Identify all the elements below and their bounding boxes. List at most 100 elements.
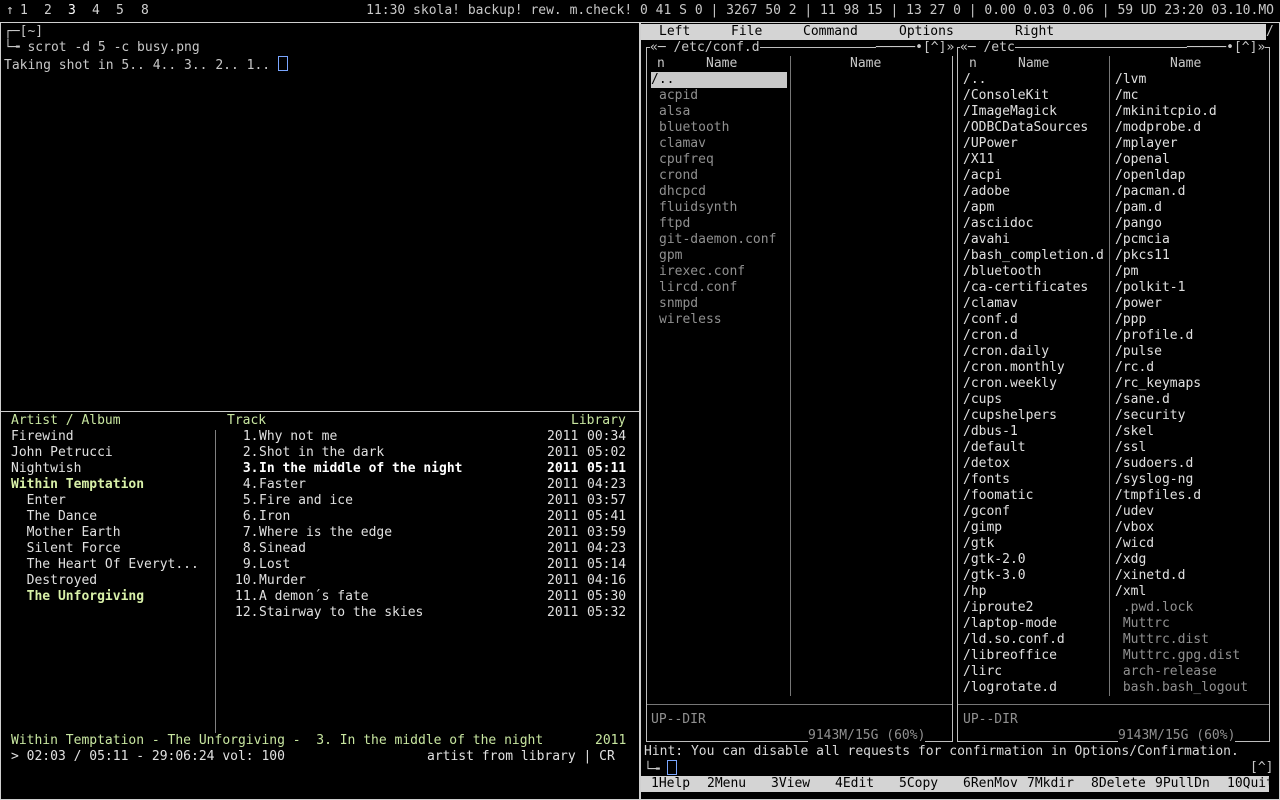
right-dir-item[interactable]: /cupshelpers: [963, 408, 1057, 424]
right-dir-item[interactable]: /UPower: [963, 136, 1018, 152]
artist-item[interactable]: John Petrucci: [11, 445, 113, 461]
right-file-item[interactable]: .pwd.lock: [1115, 600, 1193, 616]
left-file-item-selected[interactable]: /..: [651, 72, 787, 88]
right-dir-item[interactable]: /gimp: [963, 520, 1002, 536]
artist-item[interactable]: Nightwish: [11, 461, 81, 477]
right-dir-item[interactable]: /cron.d: [963, 328, 1018, 344]
menu-file[interactable]: File: [731, 24, 762, 40]
right-dir-item[interactable]: /ca-certificates: [963, 280, 1088, 296]
artist-item[interactable]: Mother Earth: [11, 525, 121, 541]
artist-item[interactable]: The Heart Of Everyt...: [11, 557, 199, 573]
left-file-item[interactable]: bluetooth: [659, 120, 729, 136]
right-dir-item[interactable]: /ld.so.conf.d: [963, 632, 1065, 648]
fkey-renmov[interactable]: 6RenMov: [963, 776, 1018, 792]
menu-command[interactable]: Command: [803, 24, 858, 40]
artist-item[interactable]: The Unforgiving: [11, 589, 144, 605]
fkey-delete[interactable]: 8Delete: [1091, 776, 1146, 792]
workspace-5[interactable]: 5: [116, 3, 124, 19]
right-panel-path[interactable]: /etc: [983, 40, 1014, 55]
right-file-item[interactable]: Muttrc.gpg.dist: [1115, 648, 1240, 664]
right-dir-item[interactable]: /ImageMagick: [963, 104, 1057, 120]
right-dir-item[interactable]: /security: [1115, 408, 1185, 424]
right-dir-item[interactable]: /iproute2: [963, 600, 1033, 616]
right-file-item[interactable]: arch-release: [1115, 664, 1217, 680]
left-file-item[interactable]: fluidsynth: [659, 200, 737, 216]
right-dir-item[interactable]: /pulse: [1115, 344, 1162, 360]
mc-command-line[interactable]: └╼: [644, 760, 678, 777]
right-dir-item[interactable]: /clamav: [963, 296, 1018, 312]
right-file-item[interactable]: bash.bash_logout: [1115, 680, 1248, 696]
right-dir-item[interactable]: /gtk-3.0: [963, 568, 1026, 584]
mc-history-button[interactable]: [^]: [1250, 760, 1273, 776]
right-dir-item[interactable]: /cron.weekly: [963, 376, 1057, 392]
right-dir-item[interactable]: /openldap: [1115, 168, 1185, 184]
menu-options[interactable]: Options: [899, 24, 954, 40]
right-dir-item[interactable]: /gtk: [963, 536, 994, 552]
workspace-3[interactable]: 3: [68, 3, 76, 19]
fkey-quit[interactable]: 10Quit: [1227, 776, 1274, 792]
right-dir-item[interactable]: /pkcs11: [1115, 248, 1170, 264]
right-dir-item[interactable]: /pacman.d: [1115, 184, 1185, 200]
right-dir-item[interactable]: /ppp: [1115, 312, 1146, 328]
left-file-item[interactable]: dhcpcd: [659, 184, 706, 200]
fkey-menu[interactable]: 2Menu: [707, 776, 746, 792]
menu-left[interactable]: Left: [659, 24, 690, 40]
right-dir-item[interactable]: /bash_completion.d: [963, 248, 1104, 264]
right-dir-item[interactable]: /foomatic: [963, 488, 1033, 504]
terminal-window[interactable]: [0, 22, 640, 412]
fkey-pulldn[interactable]: 9PullDn: [1155, 776, 1210, 792]
left-file-item[interactable]: lircd.conf: [659, 280, 737, 296]
artist-item[interactable]: Silent Force: [11, 541, 121, 557]
right-dir-item[interactable]: /mkinitcpio.d: [1115, 104, 1217, 120]
right-dir-item[interactable]: /detox: [963, 456, 1010, 472]
right-dir-item[interactable]: /ConsoleKit: [963, 88, 1049, 104]
right-dir-item[interactable]: /rc.d: [1115, 360, 1154, 376]
right-dir-item[interactable]: /apm: [963, 200, 994, 216]
workspace-8[interactable]: 8: [141, 3, 149, 19]
right-dir-item[interactable]: /gconf: [963, 504, 1010, 520]
left-file-item[interactable]: git-daemon.conf: [659, 232, 776, 248]
right-dir-item[interactable]: /lvm: [1115, 72, 1146, 88]
right-dir-item[interactable]: /dbus-1: [963, 424, 1018, 440]
right-dir-item[interactable]: /power: [1115, 296, 1162, 312]
right-dir-item[interactable]: /pango: [1115, 216, 1162, 232]
fkey-copy[interactable]: 5Copy: [899, 776, 938, 792]
right-dir-item[interactable]: /hp: [963, 584, 986, 600]
left-file-item[interactable]: ftpd: [659, 216, 690, 232]
left-file-item[interactable]: crond: [659, 168, 698, 184]
right-dir-item[interactable]: /syslog-ng: [1115, 472, 1193, 488]
left-panel-path[interactable]: /etc/conf.d: [673, 40, 759, 55]
right-dir-item[interactable]: /..: [963, 72, 986, 88]
right-dir-item[interactable]: /xinetd.d: [1115, 568, 1185, 584]
right-dir-item[interactable]: /acpi: [963, 168, 1002, 184]
artist-item[interactable]: Within Temptation: [11, 477, 144, 493]
right-dir-item[interactable]: /cron.daily: [963, 344, 1049, 360]
right-dir-item[interactable]: /adobe: [963, 184, 1010, 200]
fkey-edit[interactable]: 4Edit: [835, 776, 874, 792]
right-dir-item[interactable]: /bluetooth: [963, 264, 1041, 280]
right-dir-item[interactable]: /libreoffice: [963, 648, 1057, 664]
right-dir-item[interactable]: /default: [963, 440, 1026, 456]
fkey-help[interactable]: 1Help: [651, 776, 690, 792]
left-panel-corner[interactable]: ─────•[^]»: [876, 40, 955, 56]
left-file-item[interactable]: snmpd: [659, 296, 698, 312]
artist-item[interactable]: The Dance: [11, 509, 97, 525]
right-dir-item[interactable]: /modprobe.d: [1115, 120, 1201, 136]
left-file-item[interactable]: clamav: [659, 136, 706, 152]
right-dir-item[interactable]: /cron.monthly: [963, 360, 1065, 376]
right-dir-item[interactable]: /laptop-mode: [963, 616, 1057, 632]
right-dir-item[interactable]: /tmpfiles.d: [1115, 488, 1201, 504]
artist-item[interactable]: Destroyed: [11, 573, 97, 589]
right-dir-item[interactable]: /openal: [1115, 152, 1170, 168]
artist-item[interactable]: Firewind: [11, 429, 74, 445]
right-dir-item[interactable]: /sane.d: [1115, 392, 1170, 408]
workspace-4[interactable]: 4: [92, 3, 100, 19]
right-dir-item[interactable]: /mc: [1115, 88, 1138, 104]
right-dir-item[interactable]: /rc_keymaps: [1115, 376, 1201, 392]
right-panel-corner[interactable]: ─────•[^]»: [1187, 40, 1266, 56]
right-dir-item[interactable]: /xml: [1115, 584, 1146, 600]
right-dir-item[interactable]: /cups: [963, 392, 1002, 408]
right-file-item[interactable]: Muttrc.dist: [1115, 632, 1209, 648]
right-dir-item[interactable]: /asciidoc: [963, 216, 1033, 232]
right-dir-item[interactable]: /lirc: [963, 664, 1002, 680]
